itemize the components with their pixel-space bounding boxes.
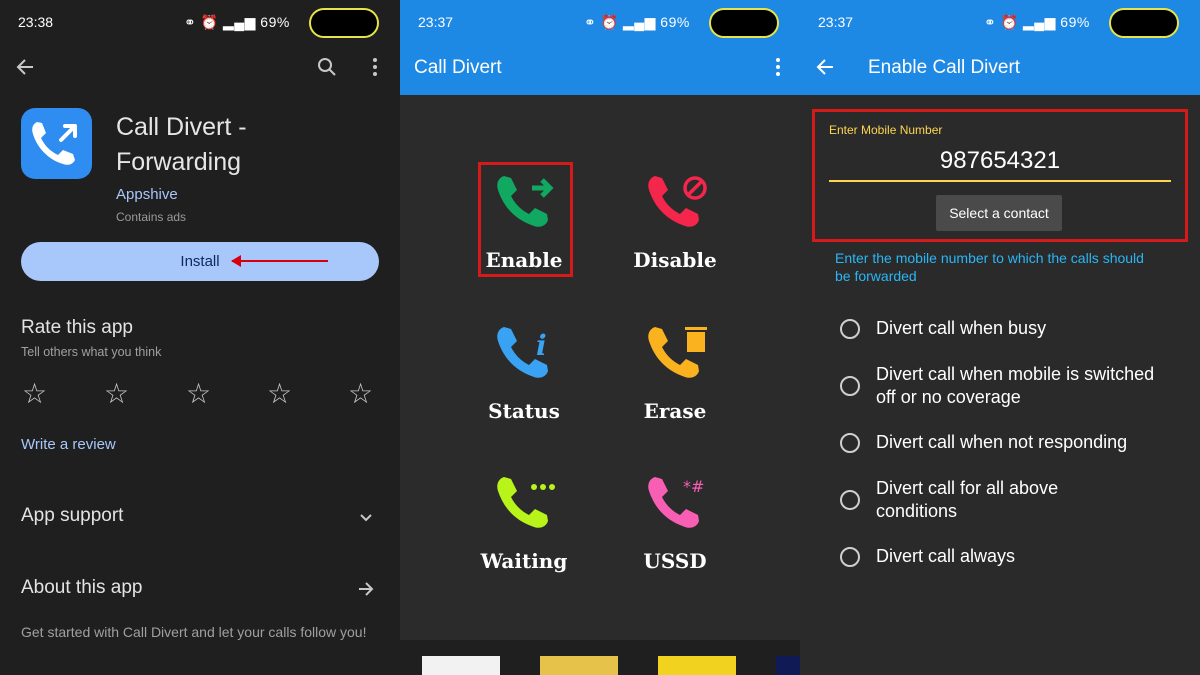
app-title-line2: Forwarding (116, 148, 242, 176)
waiting-button[interactable]: Waiting (464, 469, 584, 589)
search-icon[interactable] (316, 56, 338, 78)
ad-thumbnail[interactable] (658, 656, 736, 675)
arrow-right-icon[interactable] (356, 579, 376, 599)
camera-cutout (309, 8, 379, 38)
app-title-line1: Call Divert - (116, 113, 247, 141)
ussd-label: USSD (643, 549, 707, 573)
star-1-icon[interactable]: ☆ (22, 380, 47, 408)
app-title: Call Divert (414, 57, 502, 78)
ussd-button[interactable]: *# USSD (615, 469, 735, 589)
status-label: Status (488, 399, 560, 423)
select-contact-button[interactable]: Select a contact (936, 195, 1062, 231)
app-support-row[interactable]: App support (21, 505, 123, 527)
svg-text:i: i (536, 329, 547, 362)
phone-forward-icon (32, 122, 77, 165)
hint-text: Enter the mobile number to which the cal… (835, 250, 1144, 284)
phone-trash-icon (648, 327, 707, 378)
status-glyphs: ⚭ ⏰ ▂▄▆ (184, 14, 261, 30)
phone-dots-icon (497, 477, 555, 528)
battery-level: 69% (260, 14, 290, 30)
star-3-icon[interactable]: ☆ (186, 380, 211, 408)
disable-label: Disable (633, 248, 717, 272)
ussd-symbols: *# (683, 477, 705, 496)
status-icons: ⚭ ⏰ ▂▄▆ 69% (984, 14, 1090, 31)
chevron-down-icon[interactable] (358, 509, 374, 525)
number-field-label: Enter Mobile Number (829, 123, 943, 137)
disable-button[interactable]: Disable (615, 168, 735, 288)
waiting-label: Waiting (480, 549, 568, 573)
annotation-arrow (232, 260, 328, 262)
about-row[interactable]: About this app (21, 577, 142, 599)
option-label: Divert call when mobile is switched off … (876, 364, 1155, 407)
developer-link[interactable]: Appshive (116, 186, 178, 203)
status-glyphs: ⚭ ⏰ ▂▄▆ (984, 14, 1061, 30)
phone-info-icon: i (497, 327, 548, 378)
phone-block-icon (648, 176, 707, 227)
option-label: Divert call when not responding (876, 432, 1128, 452)
ads-note: Contains ads (116, 210, 187, 224)
radio-button[interactable] (840, 433, 860, 453)
annotation-arrowhead (231, 255, 241, 267)
enable-divert-panel: 23:37 ⚭ ⏰ ▂▄▆ 69% Enable Call Divert Ent… (800, 0, 1200, 675)
back-arrow-icon[interactable] (14, 56, 36, 78)
option-label: Divert call for all above conditions (876, 478, 1059, 521)
status-icons: ⚭ ⏰ ▂▄▆ 69% (584, 14, 690, 31)
radio-button[interactable] (840, 490, 860, 510)
rate-subtitle: Tell others what you think (21, 345, 162, 359)
option-label: Divert call always (876, 546, 1016, 566)
erase-label: Erase (643, 399, 707, 423)
rate-title: Rate this app (21, 317, 133, 338)
call-divert-panel: 23:37 ⚭ ⏰ ▂▄▆ 69% Call Divert Enable Dis… (400, 0, 800, 675)
highlight-box (478, 162, 573, 277)
camera-cutout (709, 8, 779, 38)
radio-button[interactable] (840, 319, 860, 339)
status-time: 23:37 (818, 14, 854, 30)
input-underline (829, 180, 1171, 182)
erase-button[interactable]: Erase (615, 319, 735, 439)
more-vert-icon[interactable] (767, 56, 789, 78)
star-2-icon[interactable]: ☆ (104, 380, 129, 408)
ad-thumbnail[interactable] (422, 656, 500, 675)
status-icons: ⚭ ⏰ ▂▄▆ 69% (184, 14, 290, 31)
write-review-link[interactable]: Write a review (21, 436, 116, 453)
battery-level: 69% (1060, 14, 1090, 30)
status-glyphs: ⚭ ⏰ ▂▄▆ (584, 14, 661, 30)
star-4-icon[interactable]: ☆ (267, 380, 292, 408)
option-label: Divert call when busy (876, 318, 1047, 338)
radio-button[interactable] (840, 376, 860, 396)
status-time: 23:37 (418, 14, 454, 30)
status-time: 23:38 (18, 14, 54, 30)
status-button[interactable]: i Status (464, 319, 584, 439)
app-description: Get started with Call Divert and let you… (21, 624, 367, 640)
more-vert-icon[interactable] (364, 56, 386, 78)
camera-cutout (1109, 8, 1179, 38)
app-icon (21, 108, 92, 179)
screen-title: Enable Call Divert (868, 57, 1021, 78)
play-store-panel: 23:38 ⚭ ⏰ ▂▄▆ 69% Call Divert - Forwardi… (0, 0, 400, 675)
battery-level: 69% (660, 14, 690, 30)
app-title: Call Divert - Forwarding (116, 110, 247, 180)
ad-thumbnail[interactable] (540, 656, 618, 675)
back-arrow-icon[interactable] (814, 56, 836, 78)
radio-button[interactable] (840, 547, 860, 567)
star-5-icon[interactable]: ☆ (348, 380, 373, 408)
ad-thumbnail[interactable] (776, 656, 800, 675)
mobile-number-input[interactable]: 987654321 (829, 147, 1171, 175)
